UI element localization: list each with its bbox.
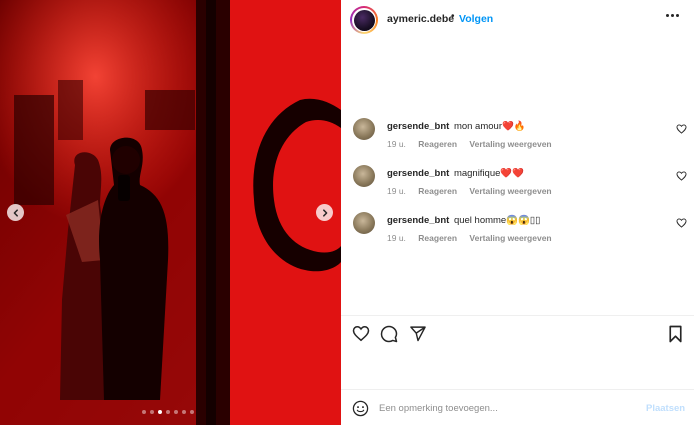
carousel-dot xyxy=(190,410,194,414)
carousel-prev-button[interactable] xyxy=(7,204,24,221)
avatar-image xyxy=(353,9,375,31)
carousel-next-button[interactable] xyxy=(316,204,333,221)
translate-button[interactable]: Vertaling weergeven xyxy=(469,139,551,149)
chevron-right-icon xyxy=(322,208,327,217)
commenter-avatar[interactable] xyxy=(353,212,375,234)
chevron-left-icon xyxy=(13,208,18,217)
bookmark-icon[interactable] xyxy=(668,325,683,343)
translate-button[interactable]: Vertaling weergeven xyxy=(469,233,551,243)
comment-time: 19 u. xyxy=(387,139,406,149)
comment-text: mon amour❤️🔥 xyxy=(453,121,526,132)
comment-username[interactable]: gersende_bnt xyxy=(387,121,449,132)
comment-item: gersende_bnt quel homme😱😱▯▯ 19 u. Reager… xyxy=(341,212,694,248)
author-avatar[interactable] xyxy=(350,6,378,34)
header-separator: • xyxy=(451,11,455,22)
comment-icon[interactable] xyxy=(380,325,398,343)
heart-icon[interactable] xyxy=(676,124,687,134)
reply-button[interactable]: Reageren xyxy=(418,233,457,243)
post-header: aymeric.debe • Volgen xyxy=(341,0,694,40)
add-comment-bar: Plaatsen xyxy=(341,389,694,426)
post-side-panel: aymeric.debe • Volgen gersende_bnt mon a… xyxy=(341,0,694,425)
author-username[interactable]: aymeric.debe xyxy=(387,13,454,25)
comment-text: magnifique❤️❤️ xyxy=(453,168,525,179)
heart-icon[interactable] xyxy=(676,218,687,228)
commenter-avatar[interactable] xyxy=(353,118,375,140)
reply-button[interactable]: Reageren xyxy=(418,186,457,196)
reply-button[interactable]: Reageren xyxy=(418,139,457,149)
follow-button[interactable]: Volgen xyxy=(459,13,493,25)
post-comment-button[interactable]: Plaatsen xyxy=(646,403,685,414)
carousel-dot xyxy=(150,410,154,414)
carousel-dot xyxy=(142,410,146,414)
commenter-avatar[interactable] xyxy=(353,165,375,187)
comment-time: 19 u. xyxy=(387,233,406,243)
carousel-dot xyxy=(158,410,162,414)
comment-item: gersende_bnt magnifique❤️❤️ 19 u. Reager… xyxy=(341,165,694,201)
heart-icon[interactable] xyxy=(676,171,687,181)
carousel-dot xyxy=(174,410,178,414)
carousel-dot xyxy=(166,410,170,414)
paper-plane-icon[interactable] xyxy=(409,325,427,342)
translate-button[interactable]: Vertaling weergeven xyxy=(469,186,551,196)
carousel-indicator xyxy=(142,410,194,414)
heart-icon[interactable] xyxy=(352,325,370,342)
photo-image xyxy=(0,0,341,425)
comment-username[interactable]: gersende_bnt xyxy=(387,168,449,179)
comment-text: quel homme😱😱▯▯ xyxy=(453,215,541,226)
carousel-dot xyxy=(182,410,186,414)
more-dots-icon[interactable] xyxy=(666,14,679,17)
post-actions xyxy=(341,315,694,356)
comment-username[interactable]: gersende_bnt xyxy=(387,215,449,226)
post-photo[interactable] xyxy=(0,0,341,425)
comment-input[interactable] xyxy=(379,399,629,417)
comment-item: gersende_bnt mon amour❤️🔥 19 u. Reageren… xyxy=(341,118,694,154)
comment-time: 19 u. xyxy=(387,186,406,196)
smiley-icon[interactable] xyxy=(352,400,369,417)
